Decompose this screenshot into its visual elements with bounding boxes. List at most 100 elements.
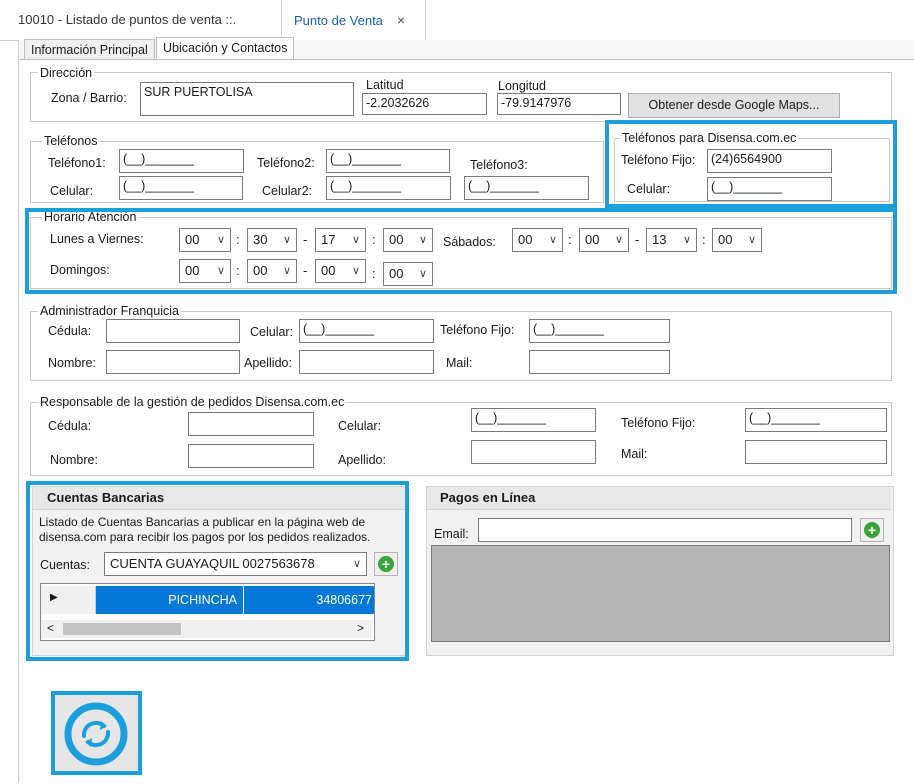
- sab-hora-fin-select[interactable]: 13 ∨: [646, 228, 697, 252]
- dom-hora-inicio-select[interactable]: 00 ∨: [179, 259, 231, 283]
- resp-celular-field[interactable]: (__)_______: [471, 408, 596, 432]
- resp-apellido-label: Apellido:: [338, 453, 386, 467]
- cuentas-grid: ▶ PICHINCHA 34806677 < >: [40, 583, 375, 641]
- latitud-label: Latitud: [366, 78, 404, 92]
- disensa-telefonos-legend: Teléfonos para Disensa.com.ec: [620, 131, 799, 145]
- chevron-down-icon: ∨: [747, 234, 756, 246]
- row-header[interactable]: ▶: [41, 586, 96, 614]
- grid-cell-number[interactable]: 34806677: [244, 586, 374, 614]
- tab-ubicacion-contactos[interactable]: Ubicación y Contactos: [156, 37, 295, 60]
- resp-fijo-label: Teléfono Fijo:: [621, 416, 696, 430]
- cuentas-title: Cuentas Bancarias: [47, 490, 165, 505]
- sab-min-fin-select[interactable]: 00 ∨: [712, 228, 762, 252]
- close-icon[interactable]: ×: [397, 12, 405, 28]
- longitud-field[interactable]: -79.9147976: [497, 93, 621, 115]
- celular-label: Celular:: [50, 184, 94, 198]
- horizontal-scrollbar[interactable]: < >: [41, 620, 372, 638]
- telefono3-field[interactable]: (__)_______: [464, 176, 589, 200]
- disensa-celular-field[interactable]: (__)_______: [707, 177, 832, 201]
- separator-colon: :: [372, 232, 376, 247]
- dom-min-fin-select[interactable]: 00 ∨: [383, 262, 433, 286]
- resp-mail-field[interactable]: [745, 440, 887, 464]
- add-cuenta-button[interactable]: +: [374, 552, 398, 576]
- disensa-fijo-field[interactable]: (24)6564900: [707, 149, 832, 173]
- google-maps-button[interactable]: Obtener desde Google Maps...: [628, 93, 840, 118]
- tab-informacion-principal[interactable]: Información Principal: [24, 39, 155, 60]
- chevron-down-icon: ∨: [216, 234, 225, 246]
- separator-colon: :: [236, 232, 240, 247]
- zona-field[interactable]: SUR PUERTOLISA: [140, 82, 354, 116]
- add-circle-icon: +: [864, 522, 880, 538]
- separator-colon: :: [372, 266, 376, 281]
- chevron-down-icon: ∨: [614, 234, 623, 246]
- pagos-email-field[interactable]: [478, 518, 852, 542]
- cuentas-label: Cuentas:: [40, 558, 91, 572]
- admin-celular-field[interactable]: (__)_______: [299, 319, 434, 343]
- telefono1-field[interactable]: (__)_______: [119, 149, 244, 173]
- admin-cedula-field[interactable]: [106, 319, 240, 343]
- chevron-down-icon: ∨: [352, 558, 361, 570]
- cuentas-select[interactable]: CUENTA GUAYAQUIL 0027563678 ∨: [104, 552, 367, 576]
- resp-mail-label: Mail:: [621, 447, 648, 461]
- longitud-label: Longitud: [498, 79, 546, 93]
- cuentas-desc-line1: Listado de Cuentas Bancarias a publicar …: [39, 515, 366, 529]
- resp-apellido-field[interactable]: [471, 440, 596, 464]
- admin-nombre-field[interactable]: [106, 350, 240, 374]
- disensa-fijo-label: Teléfono Fijo:: [621, 153, 696, 167]
- doc-tab-punto-venta-label: Punto de Venta: [294, 13, 383, 28]
- pagos-title: Pagos en Línea: [440, 490, 536, 505]
- doc-tab-punto-venta[interactable]: Punto de Venta ×: [281, 0, 426, 41]
- telefono3-label: Teléfono3:: [470, 158, 528, 172]
- doc-tab-listado[interactable]: 10010 - Listado de puntos de venta ::.: [10, 0, 280, 40]
- resp-cedula-label: Cédula:: [48, 419, 92, 433]
- scroll-left-icon: <: [47, 621, 55, 635]
- doc-tab-listado-label: 10010 - Listado de puntos de venta ::.: [18, 12, 237, 27]
- admin-nombre-label: Nombre:: [48, 356, 96, 370]
- dom-min-inicio-select[interactable]: 00 ∨: [247, 259, 297, 283]
- chevron-down-icon: ∨: [548, 234, 557, 246]
- add-email-button[interactable]: +: [860, 518, 884, 542]
- lunes-viernes-label: Lunes a Viernes:: [50, 232, 144, 246]
- celular2-label: Celular2:: [262, 184, 313, 198]
- lv-min-fin-select[interactable]: 00 ∨: [383, 228, 433, 252]
- grid-cell-bank[interactable]: PICHINCHA: [96, 586, 243, 614]
- chevron-down-icon: ∨: [282, 265, 291, 277]
- resp-celular-label: Celular:: [338, 419, 382, 433]
- sab-min-inicio-select[interactable]: 00 ∨: [579, 228, 629, 252]
- admin-fijo-field[interactable]: (__)_______: [529, 319, 670, 343]
- horario-group: [30, 217, 892, 289]
- celular2-field[interactable]: (__)_______: [326, 176, 451, 200]
- admin-apellido-label: Apellido:: [244, 356, 292, 370]
- chevron-down-icon: ∨: [418, 268, 427, 280]
- lv-min-inicio-select[interactable]: 30 ∨: [247, 228, 297, 252]
- chevron-down-icon: ∨: [216, 265, 225, 277]
- separator-dash: -: [635, 232, 640, 247]
- lv-hora-fin-select[interactable]: 17 ∨: [315, 228, 366, 252]
- separator-colon: :: [702, 232, 706, 247]
- cuentas-desc-line2: disensa.com para recibir los pagos por l…: [39, 530, 371, 544]
- admin-celular-label: Celular:: [250, 325, 294, 339]
- resp-fijo-field[interactable]: (__)_______: [745, 408, 887, 432]
- add-circle-icon: +: [378, 556, 394, 572]
- sab-hora-inicio-select[interactable]: 00 ∨: [512, 228, 563, 252]
- resp-nombre-label: Nombre:: [50, 453, 98, 467]
- admin-legend: Administrador Franquicia: [38, 304, 181, 318]
- admin-apellido-field[interactable]: [299, 350, 434, 374]
- pagos-grid: [431, 545, 890, 642]
- document-tab-strip: 10010 - Listado de puntos de venta ::. P…: [0, 0, 914, 41]
- separator-colon: :: [568, 232, 572, 247]
- responsable-legend: Responsable de la gestión de pedidos Dis…: [38, 395, 347, 409]
- latitud-field[interactable]: -2.2032626: [362, 93, 487, 115]
- refresh-button[interactable]: [51, 691, 142, 775]
- celular-field[interactable]: (__)_______: [119, 176, 243, 200]
- telefonos-legend: Teléfonos: [42, 134, 100, 148]
- dom-hora-fin-select[interactable]: 00 ∨: [315, 259, 366, 283]
- telefono2-field[interactable]: (__)_______: [326, 149, 450, 173]
- resp-nombre-field[interactable]: [188, 444, 314, 468]
- lv-hora-inicio-select[interactable]: 00 ∨: [179, 228, 231, 252]
- admin-mail-field[interactable]: [529, 350, 670, 374]
- separator-dash: -: [303, 263, 308, 278]
- resp-cedula-field[interactable]: [188, 412, 314, 436]
- chevron-down-icon: ∨: [351, 265, 360, 277]
- scrollbar-thumb[interactable]: [63, 623, 181, 635]
